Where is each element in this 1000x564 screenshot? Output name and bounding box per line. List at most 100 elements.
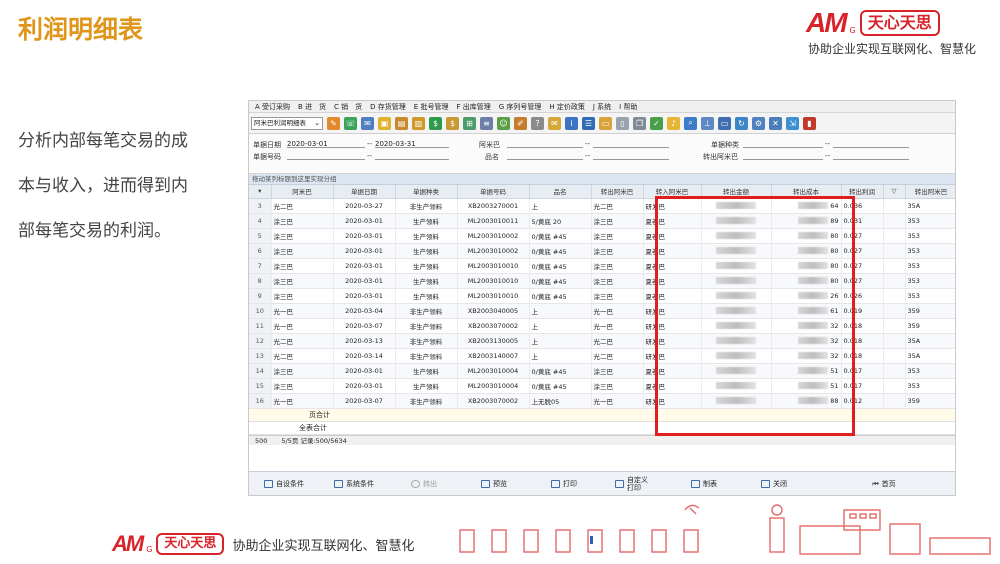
menu-item-batch[interactable]: E 批号管理 (414, 102, 449, 112)
category-to-field[interactable] (833, 140, 909, 148)
money-bag-icon[interactable]: $ (446, 116, 459, 130)
table-row[interactable]: 9 涂三巴 2020-03-01 生产领料 ML2003010010 0/黄底 #45 涂三… (249, 288, 955, 304)
briefcase-icon[interactable]: ▤ (395, 116, 408, 130)
report-select[interactable]: 阿米巴利润明细表 ⌄ (251, 116, 323, 130)
cell-amoeba: 涂三巴 (271, 213, 334, 229)
menu-item-system[interactable]: J 系统 (593, 102, 611, 112)
archive-icon[interactable]: ▭ (599, 116, 612, 130)
table-row[interactable]: 12 光二巴 2020-03-13 非生产领料 XB2003130005 上光二巴 研发巴 3… (249, 333, 955, 349)
monitor-icon[interactable]: ▭ (718, 116, 731, 130)
bell-icon[interactable]: ♪ (667, 116, 680, 130)
column-header-kind[interactable]: 单据种类 (395, 185, 458, 199)
menu-item-purchase[interactable]: A 受订采购 (255, 102, 290, 112)
table-row[interactable]: 7 涂三巴 2020-03-01 生产领料 ML2003010010 0/黄底 #45 涂三… (249, 258, 955, 274)
custom-condition-button[interactable]: 自设条件 (249, 479, 319, 488)
table-row[interactable]: 11 光一巴 2020-03-07 非生产领料 XB2003070002 上光一巴 研发巴 3… (249, 318, 955, 334)
close-button[interactable]: 关闭 (739, 479, 809, 488)
column-header-out-cost[interactable]: 转出成本 (771, 185, 842, 199)
pencil-icon[interactable]: ✐ (514, 116, 527, 130)
folder-icon[interactable]: ▥ (412, 116, 425, 130)
column-header-amoeba[interactable]: 阿米巴 (271, 185, 334, 199)
column-header-date[interactable]: 单据日期 (333, 185, 396, 199)
column-header-name[interactable]: 品名 (529, 185, 592, 199)
date-to-field[interactable]: 2020-03-31 (375, 140, 449, 148)
mail-icon[interactable]: ✉ (361, 116, 374, 130)
cell-date: 2020-03-27 (333, 198, 396, 214)
cell-amoeba: 光二巴 (271, 348, 334, 364)
exit-icon[interactable]: ▮ (803, 116, 816, 130)
money-icon[interactable]: $ (429, 116, 442, 130)
amoeba-to-field[interactable] (593, 140, 669, 148)
menu-item-stock-in[interactable]: B 进 货 (298, 102, 326, 112)
menu-item-outbound[interactable]: F 出库管理 (456, 102, 490, 112)
column-header-index[interactable]: ▾ (249, 185, 272, 199)
table-row[interactable]: 6 涂三巴 2020-03-01 生产领料 ML2003010002 0/黄底 #45 涂三… (249, 243, 955, 259)
cell-doc-no: XB2003270001 (457, 198, 530, 214)
copy-icon[interactable]: ❐ (633, 116, 646, 130)
print-button[interactable]: 打印 (529, 479, 599, 488)
refresh-icon[interactable]: ↻ (735, 116, 748, 130)
system-condition-button[interactable]: 系统条件 (319, 479, 389, 488)
menu-item-help[interactable]: I 帮助 (619, 102, 637, 112)
menu-item-serial[interactable]: G 序列号管理 (499, 102, 542, 112)
column-header-out-amoeba-2[interactable]: 转出阿米巴 (905, 185, 955, 199)
list-icon[interactable]: ☰ (582, 116, 595, 130)
users-icon[interactable]: ☺ (497, 116, 510, 130)
menu-item-sales[interactable]: C 销 货 (334, 102, 362, 112)
tag-icon[interactable]: ✎ (327, 116, 340, 130)
tree-icon[interactable]: ⊥ (701, 116, 714, 130)
close-box-icon[interactable]: ✕ (769, 116, 782, 130)
cell-empty (883, 318, 906, 334)
table-row[interactable]: 4 涂三巴 2020-03-01 生产领料 ML2003010011 5/黄底 20 涂三巴… (249, 213, 955, 229)
cart-icon[interactable]: ⊞ (463, 116, 476, 130)
table-row[interactable]: 10 光一巴 2020-03-04 非生产领料 XB2003040005 上光一巴 研发巴 6… (249, 303, 955, 319)
phone-icon[interactable]: ☏ (344, 116, 357, 130)
doc-no-from-field[interactable] (287, 152, 365, 160)
date-from-field[interactable]: 2020-03-01 (287, 140, 365, 148)
cell-tail: 359 (905, 303, 955, 319)
cell-doc-no: ML2003010010 (457, 258, 530, 274)
table-row[interactable]: 3 光二巴 2020-03-27 非生产领料 XB2003270001 上光二巴 研发巴 64… (249, 198, 955, 214)
doc-no-to-field[interactable] (375, 152, 449, 160)
menu-item-inventory[interactable]: D 存货管理 (370, 102, 406, 112)
envelope-icon[interactable]: ✉ (548, 116, 561, 130)
export-icon (411, 479, 420, 488)
filter-icon[interactable]: ▽ (883, 185, 906, 199)
column-header-doc-no[interactable]: 单据号码 (457, 185, 530, 199)
help-icon[interactable]: ? (531, 116, 544, 130)
cell-amoeba: 涂三巴 (271, 243, 334, 259)
table-row[interactable]: 14 涂三巴 2020-03-01 生产领料 ML2003010004 0/黄底 #45 涂… (249, 363, 955, 379)
cell-in-amoeba: 夏卷巴 (643, 288, 702, 304)
info-icon[interactable]: i (565, 116, 578, 130)
name-from-field[interactable] (507, 152, 583, 160)
out-amoeba-from-field[interactable] (743, 152, 823, 160)
cell-amoeba: 光二巴 (271, 333, 334, 349)
menu-item-pricing[interactable]: H 定价政策 (549, 102, 585, 112)
check-icon[interactable]: ✓ (650, 116, 663, 130)
search-icon[interactable]: ⌕ (684, 116, 697, 130)
table-row[interactable]: 8 涂三巴 2020-03-01 生产领料 ML2003010010 0/黄底 #45 涂三… (249, 273, 955, 289)
settings-icon[interactable]: ⚙ (752, 116, 765, 130)
lock-icon[interactable]: ▣ (378, 116, 391, 130)
custom-print-button[interactable]: 自定义打印 (599, 476, 669, 492)
group-by-bar[interactable]: 拖动某列标题到这里实现分组 (249, 174, 955, 185)
table-row[interactable]: 13 光二巴 2020-03-14 非生产领料 XB2003140007 上光二巴 研发巴 3… (249, 348, 955, 364)
table-row[interactable]: 16 光一巴 2020-03-07 非生产领料 XB2003070002 上无脱05 光一巴… (249, 393, 955, 409)
table-row[interactable]: 15 涂三巴 2020-03-01 生产领料 ML2003010004 0/黄底 #45 涂… (249, 378, 955, 394)
document-icon[interactable]: ≡ (480, 116, 493, 130)
export-icon[interactable]: ⇲ (786, 116, 799, 130)
out-amoeba-to-field[interactable] (833, 152, 909, 160)
column-header-out-amount[interactable]: 转出金额 (701, 185, 772, 199)
amoeba-from-field[interactable] (507, 140, 583, 148)
page-icon[interactable]: ▯ (616, 116, 629, 130)
column-header-in-amoeba[interactable]: 转入阿米巴 (643, 185, 702, 199)
category-from-field[interactable] (743, 140, 823, 148)
preview-button[interactable]: 预览 (459, 479, 529, 488)
column-header-out-profit[interactable]: 转出利润 (841, 185, 884, 199)
name-to-field[interactable] (593, 152, 669, 160)
table-row[interactable]: 5 涂三巴 2020-03-01 生产领料 ML2003010002 0/黄底 #45 涂三… (249, 228, 955, 244)
tabulate-button[interactable]: 制表 (669, 479, 739, 488)
first-page-button[interactable]: ⏮ 首页 (849, 480, 919, 488)
column-header-out-amoeba[interactable]: 转出阿米巴 (591, 185, 644, 199)
export-button[interactable]: 转出 (389, 479, 459, 488)
